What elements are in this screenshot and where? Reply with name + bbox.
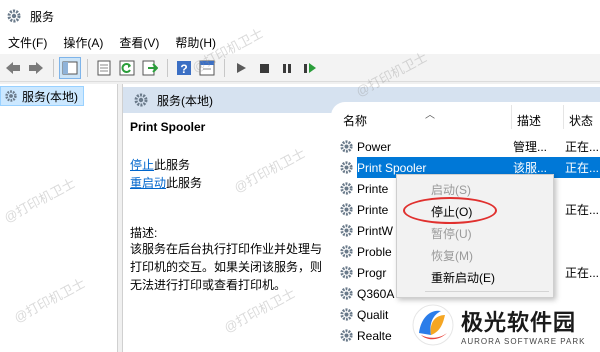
- menu-action[interactable]: 操作(A): [55, 32, 111, 54]
- service-name-cell: Print Spooler: [357, 160, 427, 175]
- service-name: Print Spooler: [130, 120, 206, 134]
- menu-item-restart[interactable]: 重新启动(E): [431, 269, 495, 286]
- menu-item-start[interactable]: 启动(S): [431, 181, 471, 198]
- gear-icon: [340, 203, 353, 216]
- gear-icon: [340, 224, 353, 237]
- column-divider: [563, 105, 564, 129]
- export-button[interactable]: [139, 57, 161, 79]
- gear-icon: [340, 266, 353, 279]
- menu-view[interactable]: 查看(V): [111, 32, 167, 54]
- stop-icon: [260, 63, 269, 73]
- sort-arrow-icon: ︿: [425, 110, 435, 121]
- column-header-status[interactable]: 状态: [569, 112, 593, 129]
- properties-button[interactable]: [93, 57, 115, 79]
- toolbar: ?: [0, 54, 600, 82]
- aurora-logo-icon: [412, 304, 454, 346]
- column-divider: [511, 105, 512, 129]
- menu-file[interactable]: 文件(F): [0, 32, 55, 54]
- gear-icon: [340, 308, 353, 321]
- properties-icon: [97, 60, 111, 75]
- stop-suffix: 此服务: [154, 158, 191, 172]
- context-menu: 启动(S) 停止(O) 暂停(U) 恢复(M) 重新启动(E): [396, 174, 554, 298]
- service-status-cell: 正在...: [565, 161, 600, 175]
- gear-icon: [340, 329, 353, 342]
- start-service-button[interactable]: [230, 57, 252, 79]
- export-icon: [142, 60, 158, 75]
- stop-service-button[interactable]: [253, 57, 275, 79]
- start-icon: [237, 62, 246, 73]
- restart-service-button[interactable]: [299, 57, 321, 79]
- column-header-description[interactable]: 描述: [517, 112, 541, 129]
- gear-icon: [7, 9, 21, 23]
- tree-item-label: 服务(本地): [22, 89, 78, 104]
- panel-title: 服务(本地): [157, 93, 213, 108]
- stop-line: 停止此服务: [130, 156, 190, 173]
- menu-item-resume[interactable]: 恢复(M): [431, 247, 473, 264]
- restart-suffix: 此服务: [166, 176, 203, 190]
- refresh-icon: [119, 60, 135, 75]
- forward-icon: [29, 61, 43, 74]
- gear-icon: [134, 93, 148, 107]
- title-bar: 服务: [0, 0, 600, 32]
- service-status-cell: 正在...: [565, 140, 600, 154]
- service-status-cell: 正在...: [565, 266, 600, 280]
- tree-item-local-services[interactable]: 服务(本地): [0, 86, 84, 106]
- back-icon: [6, 61, 20, 74]
- gear-icon: [340, 140, 353, 153]
- highlight-ring: [403, 197, 497, 224]
- gear-icon: [340, 287, 353, 300]
- forward-button[interactable]: [25, 57, 47, 79]
- gear-icon: [340, 161, 353, 174]
- logo-name-cn: 极光软件园: [461, 309, 577, 335]
- aurora-logo: 极光软件园 AURORA SOFTWARE PARK: [405, 298, 600, 352]
- column-header-name[interactable]: 名称: [343, 112, 367, 129]
- logo-name-en: AURORA SOFTWARE PARK: [461, 336, 586, 346]
- menu-separator: [425, 291, 549, 292]
- menu-item-pause[interactable]: 暂停(U): [431, 225, 472, 242]
- toolbar-separator: [167, 58, 168, 77]
- service-desc-cell: 管理...: [513, 140, 548, 154]
- stop-service-link[interactable]: 停止: [130, 158, 154, 172]
- restart-service-link[interactable]: 重启动: [130, 176, 166, 190]
- toolbar-separator: [87, 58, 88, 77]
- back-button[interactable]: [2, 57, 24, 79]
- service-name-cell: Power: [357, 139, 392, 154]
- refresh-button[interactable]: [116, 57, 138, 79]
- description-label: 描述:: [130, 226, 158, 240]
- description-text: 该服务在后台执行打印作业并处理与打印机的交互。如果关闭该服务，则无法进行打印或查…: [130, 242, 323, 292]
- gear-icon: [340, 245, 353, 258]
- gear-icon: [5, 90, 17, 102]
- list-item[interactable]: Power 管理... 正在...: [339, 136, 600, 157]
- menu-bar: 文件(F) 操作(A) 查看(V) 帮助(H): [0, 32, 600, 54]
- window-title: 服务: [30, 9, 55, 24]
- pause-service-button[interactable]: [276, 57, 298, 79]
- show-tree-icon: [62, 61, 78, 74]
- restart-icon: [304, 62, 316, 73]
- service-status-cell: 正在...: [565, 203, 600, 217]
- pause-icon: [283, 63, 291, 73]
- toolbar-separator: [53, 58, 54, 77]
- svg-text:?: ?: [180, 62, 187, 76]
- logo-text: 极光软件园 AURORA SOFTWARE PARK: [461, 305, 585, 346]
- show-tree-button[interactable]: [59, 56, 81, 79]
- gear-icon: [340, 182, 353, 195]
- restart-line: 重启动此服务: [130, 174, 202, 191]
